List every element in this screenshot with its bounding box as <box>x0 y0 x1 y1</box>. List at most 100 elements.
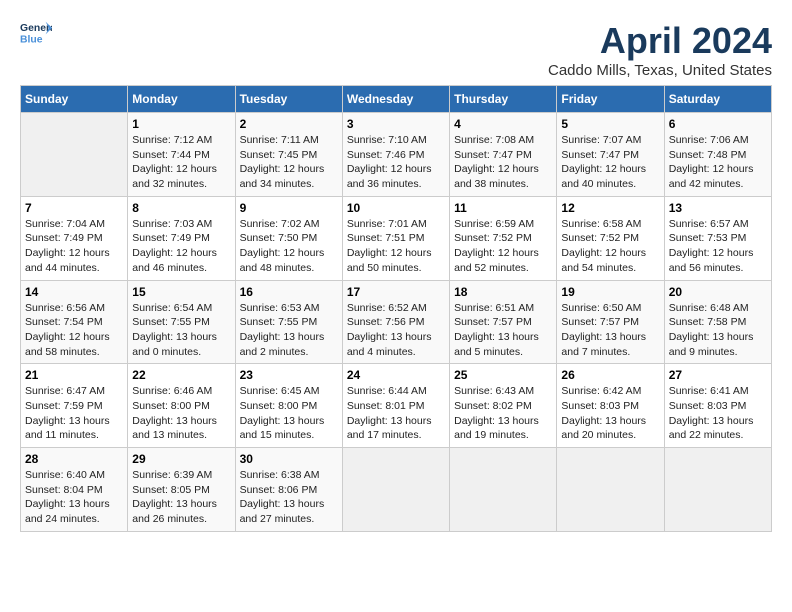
day-number: 12 <box>561 201 659 215</box>
cell-info: Sunrise: 7:08 AM Sunset: 7:47 PM Dayligh… <box>454 133 552 192</box>
cell-info: Sunrise: 6:42 AM Sunset: 8:03 PM Dayligh… <box>561 384 659 443</box>
title-area: April 2024 Caddo Mills, Texas, United St… <box>548 20 772 79</box>
table-row: 29 Sunrise: 6:39 AM Sunset: 8:05 PM Dayli… <box>128 448 235 532</box>
table-row: 7Sunrise: 7:04 AM Sunset: 7:49 PM Daylig… <box>21 196 128 280</box>
day-number: 13 <box>669 201 767 215</box>
cell-info: Sunrise: 6:57 AM Sunset: 7:53 PM Dayligh… <box>669 217 767 276</box>
day-number: 22 <box>132 368 230 382</box>
table-row: 23 Sunrise: 6:45 AM Sunset: 8:00 PM Dayli… <box>235 364 342 448</box>
cell-info: Sunrise: 6:56 AM Sunset: 7:54 PM Dayligh… <box>25 301 123 360</box>
day-number: 16 <box>240 285 338 299</box>
table-row: 20 Sunrise: 6:48 AM Sunset: 7:58 PM Dayli… <box>664 280 771 364</box>
col-thursday: Thursday <box>450 86 557 113</box>
day-number: 17 <box>347 285 445 299</box>
day-number: 30 <box>240 452 338 466</box>
cell-info: Sunrise: 7:03 AM Sunset: 7:49 PM Dayligh… <box>132 217 230 276</box>
col-sunday: Sunday <box>21 86 128 113</box>
cell-info: Sunrise: 6:58 AM Sunset: 7:52 PM Dayligh… <box>561 217 659 276</box>
calendar-week-row: 28 Sunrise: 6:40 AM Sunset: 8:04 PM Dayli… <box>21 448 772 532</box>
table-row: 25 Sunrise: 6:43 AM Sunset: 8:02 PM Dayli… <box>450 364 557 448</box>
table-row: 18 Sunrise: 6:51 AM Sunset: 7:57 PM Dayli… <box>450 280 557 364</box>
calendar-week-row: 21Sunrise: 6:47 AM Sunset: 7:59 PM Dayli… <box>21 364 772 448</box>
cell-info: Sunrise: 6:46 AM Sunset: 8:00 PM Dayligh… <box>132 384 230 443</box>
cell-info: Sunrise: 6:43 AM Sunset: 8:02 PM Dayligh… <box>454 384 552 443</box>
day-number: 29 <box>132 452 230 466</box>
day-number: 2 <box>240 117 338 131</box>
day-number: 6 <box>669 117 767 131</box>
table-row <box>342 448 449 532</box>
table-row: 3Sunrise: 7:10 AM Sunset: 7:46 PM Daylig… <box>342 113 449 197</box>
col-monday: Monday <box>128 86 235 113</box>
table-row: 26Sunrise: 6:42 AM Sunset: 8:03 PM Dayli… <box>557 364 664 448</box>
table-row: 9 Sunrise: 7:02 AM Sunset: 7:50 PM Daylig… <box>235 196 342 280</box>
table-row <box>664 448 771 532</box>
day-number: 23 <box>240 368 338 382</box>
day-number: 5 <box>561 117 659 131</box>
cell-info: Sunrise: 7:07 AM Sunset: 7:47 PM Dayligh… <box>561 133 659 192</box>
table-row <box>557 448 664 532</box>
table-row: 22 Sunrise: 6:46 AM Sunset: 8:00 PM Dayli… <box>128 364 235 448</box>
cell-info: Sunrise: 6:44 AM Sunset: 8:01 PM Dayligh… <box>347 384 445 443</box>
cell-info: Sunrise: 6:48 AM Sunset: 7:58 PM Dayligh… <box>669 301 767 360</box>
table-row: 8Sunrise: 7:03 AM Sunset: 7:49 PM Daylig… <box>128 196 235 280</box>
col-friday: Friday <box>557 86 664 113</box>
table-row: 19Sunrise: 6:50 AM Sunset: 7:57 PM Dayli… <box>557 280 664 364</box>
cell-info: Sunrise: 6:38 AM Sunset: 8:06 PM Dayligh… <box>240 468 338 527</box>
table-row: 10 Sunrise: 7:01 AM Sunset: 7:51 PM Dayli… <box>342 196 449 280</box>
col-tuesday: Tuesday <box>235 86 342 113</box>
page-header: General Blue April 2024 Caddo Mills, Tex… <box>20 20 772 79</box>
day-number: 28 <box>25 452 123 466</box>
day-number: 14 <box>25 285 123 299</box>
cell-info: Sunrise: 6:45 AM Sunset: 8:00 PM Dayligh… <box>240 384 338 443</box>
calendar-title: April 2024 <box>548 20 772 62</box>
calendar-week-row: 1 Sunrise: 7:12 AM Sunset: 7:44 PM Daylig… <box>21 113 772 197</box>
table-row: 27 Sunrise: 6:41 AM Sunset: 8:03 PM Dayli… <box>664 364 771 448</box>
table-row: 28 Sunrise: 6:40 AM Sunset: 8:04 PM Dayli… <box>21 448 128 532</box>
cell-info: Sunrise: 7:12 AM Sunset: 7:44 PM Dayligh… <box>132 133 230 192</box>
table-row: 15 Sunrise: 6:54 AM Sunset: 7:55 PM Dayli… <box>128 280 235 364</box>
cell-info: Sunrise: 6:54 AM Sunset: 7:55 PM Dayligh… <box>132 301 230 360</box>
table-row: 17Sunrise: 6:52 AM Sunset: 7:56 PM Dayli… <box>342 280 449 364</box>
day-number: 27 <box>669 368 767 382</box>
table-row <box>21 113 128 197</box>
cell-info: Sunrise: 6:53 AM Sunset: 7:55 PM Dayligh… <box>240 301 338 360</box>
cell-info: Sunrise: 7:10 AM Sunset: 7:46 PM Dayligh… <box>347 133 445 192</box>
day-number: 1 <box>132 117 230 131</box>
cell-info: Sunrise: 7:01 AM Sunset: 7:51 PM Dayligh… <box>347 217 445 276</box>
svg-text:Blue: Blue <box>20 34 43 45</box>
cell-info: Sunrise: 6:51 AM Sunset: 7:57 PM Dayligh… <box>454 301 552 360</box>
table-row: 30 Sunrise: 6:38 AM Sunset: 8:06 PM Dayli… <box>235 448 342 532</box>
cell-info: Sunrise: 6:41 AM Sunset: 8:03 PM Dayligh… <box>669 384 767 443</box>
table-row <box>450 448 557 532</box>
day-number: 9 <box>240 201 338 215</box>
day-number: 24 <box>347 368 445 382</box>
calendar-week-row: 14 Sunrise: 6:56 AM Sunset: 7:54 PM Dayli… <box>21 280 772 364</box>
day-number: 20 <box>669 285 767 299</box>
cell-info: Sunrise: 7:11 AM Sunset: 7:45 PM Dayligh… <box>240 133 338 192</box>
table-row: 21Sunrise: 6:47 AM Sunset: 7:59 PM Dayli… <box>21 364 128 448</box>
day-number: 10 <box>347 201 445 215</box>
table-row: 12 Sunrise: 6:58 AM Sunset: 7:52 PM Dayli… <box>557 196 664 280</box>
cell-info: Sunrise: 7:06 AM Sunset: 7:48 PM Dayligh… <box>669 133 767 192</box>
logo-area: General Blue <box>20 20 56 48</box>
cell-info: Sunrise: 6:59 AM Sunset: 7:52 PM Dayligh… <box>454 217 552 276</box>
day-number: 4 <box>454 117 552 131</box>
cell-info: Sunrise: 7:02 AM Sunset: 7:50 PM Dayligh… <box>240 217 338 276</box>
table-row: 11 Sunrise: 6:59 AM Sunset: 7:52 PM Dayli… <box>450 196 557 280</box>
day-number: 11 <box>454 201 552 215</box>
day-number: 18 <box>454 285 552 299</box>
table-row: 5 Sunrise: 7:07 AM Sunset: 7:47 PM Daylig… <box>557 113 664 197</box>
cell-info: Sunrise: 6:39 AM Sunset: 8:05 PM Dayligh… <box>132 468 230 527</box>
calendar-table: Sunday Monday Tuesday Wednesday Thursday… <box>20 85 772 532</box>
table-row: 6 Sunrise: 7:06 AM Sunset: 7:48 PM Daylig… <box>664 113 771 197</box>
cell-info: Sunrise: 6:40 AM Sunset: 8:04 PM Dayligh… <box>25 468 123 527</box>
day-number: 15 <box>132 285 230 299</box>
general-blue-logo-icon: General Blue <box>20 20 52 48</box>
col-saturday: Saturday <box>664 86 771 113</box>
table-row: 13 Sunrise: 6:57 AM Sunset: 7:53 PM Dayli… <box>664 196 771 280</box>
calendar-week-row: 7Sunrise: 7:04 AM Sunset: 7:49 PM Daylig… <box>21 196 772 280</box>
table-row: 4 Sunrise: 7:08 AM Sunset: 7:47 PM Daylig… <box>450 113 557 197</box>
day-number: 25 <box>454 368 552 382</box>
table-row: 16 Sunrise: 6:53 AM Sunset: 7:55 PM Dayli… <box>235 280 342 364</box>
cell-info: Sunrise: 6:47 AM Sunset: 7:59 PM Dayligh… <box>25 384 123 443</box>
